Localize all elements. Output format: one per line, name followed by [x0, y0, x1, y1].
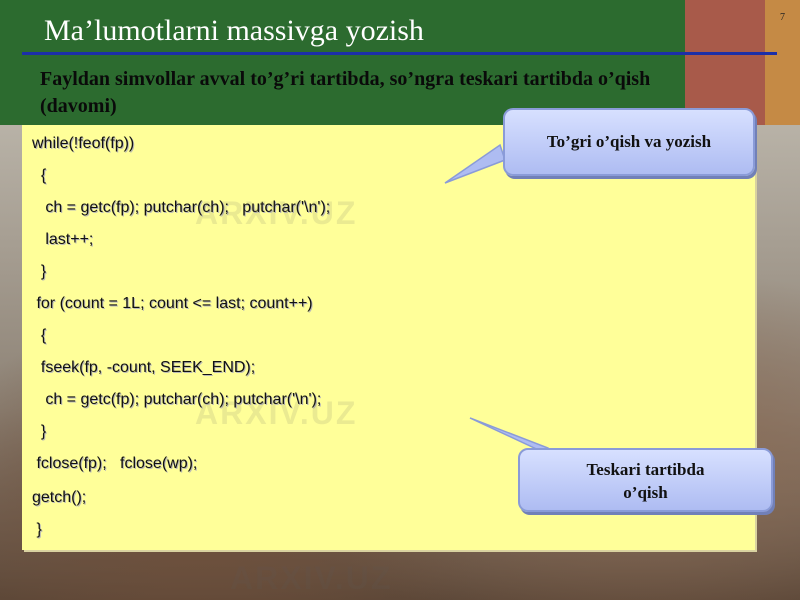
code-line: }	[32, 263, 47, 280]
watermark: ARXIV.UZ	[230, 560, 393, 596]
code-line: fseek(fp, -count, SEEK_END);	[32, 359, 256, 376]
callout-reverse-read-line1: Teskari tartibda	[586, 460, 705, 479]
slide-title: Ma’lumotlarni massivga yozish	[44, 14, 424, 47]
callout-reverse-read: Teskari tartibda o’qish	[518, 448, 773, 512]
code-line: fclose(fp); fclose(wp);	[32, 455, 198, 472]
callout-direct-read-text: To’gri o’qish va yozish	[546, 132, 712, 151]
watermark: ARXIV.UZ	[195, 195, 358, 231]
code-line: }	[32, 423, 47, 440]
callout-direct-read: To’gri o’qish va yozish	[503, 108, 755, 176]
code-line: for (count = 1L; count <= last; count++)	[32, 295, 313, 312]
watermark: ARXIV.UZ	[195, 395, 358, 431]
code-line: {	[32, 167, 47, 184]
callout-reverse-read-line2: o’qish	[623, 483, 668, 502]
code-line: getch();	[32, 489, 87, 506]
code-line: {	[32, 327, 47, 344]
title-underline	[22, 52, 777, 55]
code-line: while(!feof(fp))	[32, 135, 135, 152]
code-line: }	[32, 521, 42, 538]
code-line: last++;	[32, 231, 94, 248]
page-number: 7	[780, 12, 785, 23]
